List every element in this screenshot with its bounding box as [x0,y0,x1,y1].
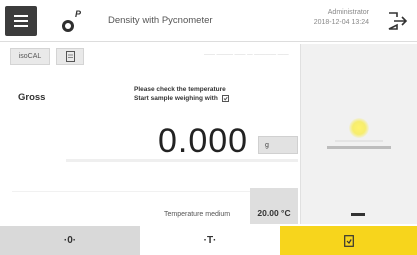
menu-icon-line [14,20,28,22]
header-bar: P Density with Pycnometer Administrator … [0,0,417,42]
document-button[interactable] [56,48,84,65]
level-guide [335,140,383,142]
temperature-field[interactable]: 20.00 °C [250,188,298,224]
panel-indicator [351,213,365,216]
unit-button[interactable]: g [258,136,298,154]
action-bar: ·0· ·T· [0,226,417,255]
user-name: Administrator [327,9,369,16]
weighing-panel: isoCAL —— ——— —— — ———— —— Gross Please … [6,44,298,224]
instruction-message: Please check the temperature Start sampl… [134,85,229,103]
weighing-progress-bar [66,159,298,162]
menu-icon-line [14,15,28,17]
method-letter: P [75,9,82,19]
instruction-line-2: Start sample weighing with [134,94,229,103]
method-icon: P [60,9,82,34]
weight-mode-label: Gross [18,92,46,103]
faint-info-text: —— ——— —— — ———— —— [204,52,289,58]
user-info: Administrator 2018-12-04 13:24 [314,8,369,28]
complete-button[interactable] [280,226,417,255]
zero-button[interactable]: ·0· [0,226,140,255]
level-bubble [349,118,369,138]
complete-icon-inline [221,94,229,102]
logout-icon[interactable] [387,11,409,31]
instruction-line-1: Please check the temperature [134,86,226,93]
level-line [327,146,391,149]
isocal-button[interactable]: isoCAL [10,48,50,65]
menu-icon-line [14,25,28,27]
level-indicator-panel [300,44,417,224]
tare-button[interactable]: ·T· [140,226,280,255]
temperature-label: Temperature medium [164,211,231,218]
page-title: Density with Pycnometer [108,15,213,26]
weight-display: 0.000 [158,122,249,160]
document-icon [65,51,75,62]
complete-icon [343,234,354,247]
menu-button[interactable] [5,6,37,36]
level-gauge [327,104,391,154]
date-time: 2018-12-04 13:24 [313,19,369,26]
